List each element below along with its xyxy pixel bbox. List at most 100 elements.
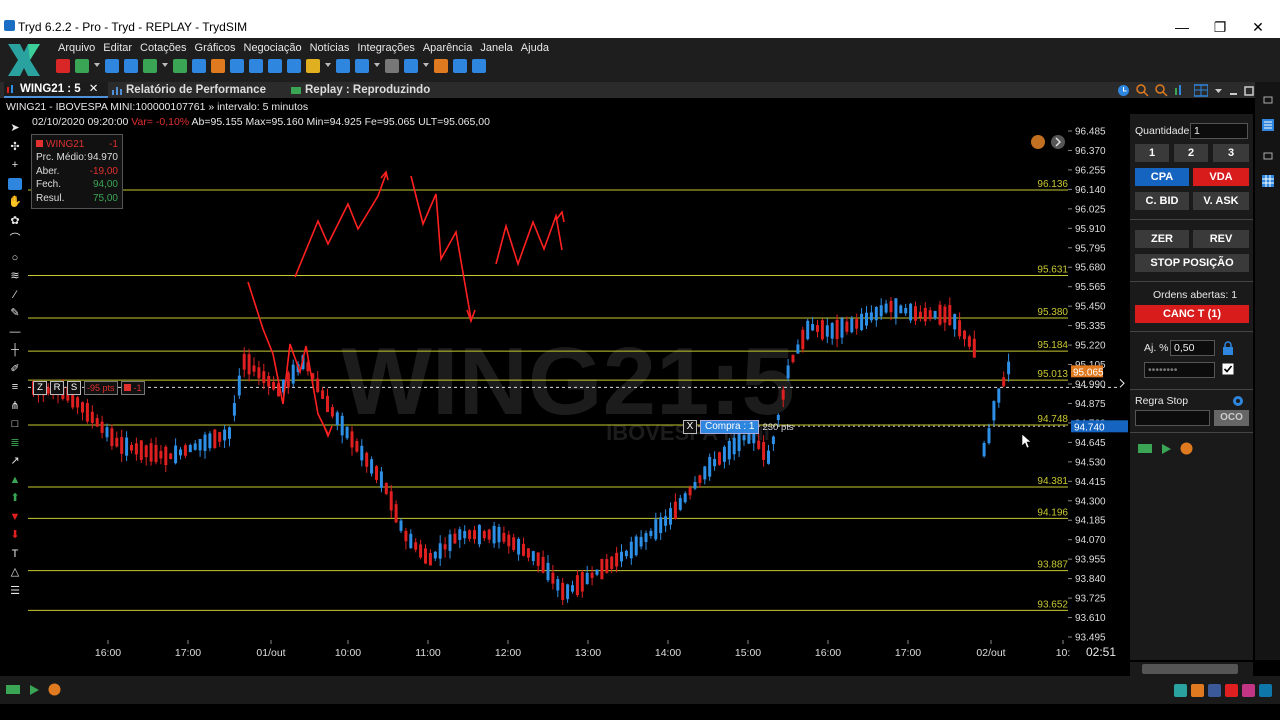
buy-order-label[interactable]: Compra : 1 bbox=[700, 420, 760, 434]
coin-icon[interactable] bbox=[1031, 135, 1045, 149]
scrollbar-thumb[interactable] bbox=[1142, 664, 1238, 674]
cancel-order-button[interactable]: X bbox=[683, 420, 697, 434]
qty-2-button[interactable]: 2 bbox=[1174, 144, 1208, 162]
brush-icon[interactable]: ✐ bbox=[8, 363, 22, 375]
position-qty-tag[interactable]: -1 bbox=[120, 381, 145, 395]
price-chart[interactable]: WING21:5IBOVESPA MINI96.13695.63195.3809… bbox=[28, 114, 1128, 662]
play-icon[interactable] bbox=[28, 684, 40, 696]
dropdown-arrow-icon[interactable] bbox=[94, 63, 100, 69]
dropdown-arrow-icon[interactable] bbox=[162, 63, 168, 69]
trendline-icon[interactable]: ↗ bbox=[8, 455, 22, 467]
eraser-icon[interactable] bbox=[8, 177, 22, 190]
zero-button[interactable]: Z bbox=[33, 381, 47, 395]
qty-1-button[interactable]: 1 bbox=[1135, 144, 1169, 162]
forward-circle-icon[interactable] bbox=[1051, 135, 1065, 149]
dropdown-arrow-icon[interactable] bbox=[374, 63, 380, 69]
plus-icon[interactable]: + bbox=[8, 159, 22, 171]
levels-icon[interactable]: ≣ bbox=[8, 437, 22, 449]
channel-icon[interactable]: ≡ bbox=[8, 381, 22, 393]
chevron-down-icon[interactable] bbox=[1214, 84, 1223, 97]
forward-icon[interactable] bbox=[287, 59, 301, 73]
text-icon[interactable]: T bbox=[8, 548, 22, 560]
minimize-button[interactable]: — bbox=[1162, 18, 1202, 38]
dock-pin-icon[interactable] bbox=[1261, 94, 1275, 108]
position-box[interactable]: WING21 -1 Prc. Médio: 94.970 Aber. -19,00 Fe… bbox=[31, 134, 123, 209]
stop-button[interactable]: S bbox=[67, 381, 81, 395]
buy-market-button[interactable]: CPA bbox=[1135, 168, 1189, 186]
stop-position-button[interactable]: STOP POSIÇÃO bbox=[1135, 254, 1249, 272]
buy-bid-button[interactable]: C. BID bbox=[1135, 192, 1189, 210]
indicators-icon[interactable] bbox=[1174, 84, 1188, 97]
oco-button[interactable]: OCO bbox=[1214, 410, 1249, 426]
layout-icon[interactable] bbox=[1194, 83, 1208, 97]
drawing-annotation[interactable] bbox=[247, 281, 329, 435]
maximize-panel-icon[interactable] bbox=[1244, 84, 1255, 97]
pencil-icon[interactable]: ✎ bbox=[8, 307, 22, 319]
color-palette-icon[interactable]: ✿ bbox=[8, 215, 22, 227]
gear-icon[interactable] bbox=[1231, 394, 1245, 408]
play-icon[interactable] bbox=[1160, 443, 1172, 455]
maximize-button[interactable]: ❐ bbox=[1200, 18, 1240, 38]
drawing-annotation[interactable] bbox=[294, 173, 387, 278]
zoom-in-icon[interactable] bbox=[1136, 83, 1149, 97]
reverse-button[interactable]: R bbox=[50, 381, 64, 395]
close-window-button[interactable]: ✕ bbox=[1238, 18, 1278, 38]
facebook-icon[interactable] bbox=[1208, 684, 1221, 697]
list-icon[interactable] bbox=[173, 59, 187, 73]
arc-icon[interactable]: ⌒ bbox=[8, 233, 22, 245]
close-tab-icon[interactable]: ✕ bbox=[89, 82, 99, 97]
tools-icon[interactable] bbox=[434, 59, 448, 73]
tab-chart-wing21[interactable]: WING21 : 5 ✕ bbox=[4, 82, 108, 98]
folder-icon[interactable] bbox=[306, 59, 320, 73]
globe-icon[interactable] bbox=[472, 59, 486, 73]
menu-item-4[interactable]: Negociação bbox=[244, 42, 302, 54]
lock-icon[interactable] bbox=[1222, 341, 1234, 355]
password-input[interactable]: •••••••• bbox=[1144, 362, 1215, 378]
reverse-position-button[interactable]: REV bbox=[1193, 230, 1249, 248]
menu-item-9[interactable]: Ajuda bbox=[521, 42, 549, 54]
horizontal-scrollbar[interactable] bbox=[1130, 662, 1253, 676]
search-list-icon[interactable] bbox=[211, 59, 225, 73]
instagram-icon[interactable] bbox=[1242, 684, 1255, 697]
money-icon[interactable] bbox=[1138, 443, 1152, 454]
hand-icon[interactable]: ✋ bbox=[8, 196, 22, 208]
minimize-panel-icon[interactable] bbox=[1229, 84, 1238, 97]
window-icon[interactable] bbox=[404, 59, 418, 73]
cursor-icon[interactable]: ➤ bbox=[8, 122, 22, 134]
dollar-icon[interactable] bbox=[143, 59, 157, 73]
vertical-line-icon[interactable]: ┼ bbox=[8, 344, 22, 356]
sell-market-button[interactable]: VDA bbox=[1193, 168, 1249, 186]
dock-pin-icon[interactable] bbox=[1261, 150, 1275, 164]
tryd-icon[interactable] bbox=[1174, 684, 1187, 697]
cancel-orders-button[interactable]: CANC T (1) bbox=[1135, 305, 1249, 323]
quantity-input[interactable]: 1 bbox=[1190, 123, 1248, 139]
triangle-icon[interactable]: △ bbox=[8, 566, 22, 578]
tab-replay[interactable]: Replay : Reproduzindo bbox=[291, 82, 430, 98]
youtube-icon[interactable] bbox=[1225, 684, 1238, 697]
rectangle-icon[interactable]: □ bbox=[8, 418, 22, 430]
menu-item-1[interactable]: Editar bbox=[103, 42, 132, 54]
line-icon[interactable]: ⁄ bbox=[8, 289, 22, 301]
sell-ask-button[interactable]: V. ASK bbox=[1193, 192, 1249, 210]
database-icon[interactable] bbox=[453, 59, 467, 73]
stop-rule-select[interactable] bbox=[1135, 410, 1210, 426]
menu-item-5[interactable]: Notícias bbox=[310, 42, 350, 54]
arrows-icon[interactable] bbox=[192, 59, 206, 73]
clock-icon[interactable] bbox=[1117, 84, 1130, 97]
drawing-annotation[interactable] bbox=[495, 212, 563, 267]
book-icon[interactable] bbox=[1261, 118, 1275, 132]
drawing-annotation[interactable] bbox=[410, 175, 472, 320]
menu-item-3[interactable]: Gráficos bbox=[195, 42, 236, 54]
dropdown-arrow-icon[interactable] bbox=[423, 63, 429, 69]
align-icon[interactable]: ☰ bbox=[8, 585, 22, 597]
tab-performance-report[interactable]: Relatório de Performance bbox=[112, 82, 266, 98]
coin-icon[interactable] bbox=[48, 683, 61, 696]
linkedin-icon[interactable] bbox=[1259, 684, 1272, 697]
arrow-up-icon[interactable]: ▲ bbox=[8, 474, 22, 486]
book-icon[interactable] bbox=[124, 59, 138, 73]
menu-item-6[interactable]: Integrações bbox=[357, 42, 414, 54]
fan-icon[interactable]: ⋔ bbox=[8, 400, 22, 412]
coin-icon[interactable] bbox=[1180, 442, 1193, 455]
fibonacci-icon[interactable]: ≋ bbox=[8, 270, 22, 282]
money-icon[interactable] bbox=[6, 684, 20, 695]
